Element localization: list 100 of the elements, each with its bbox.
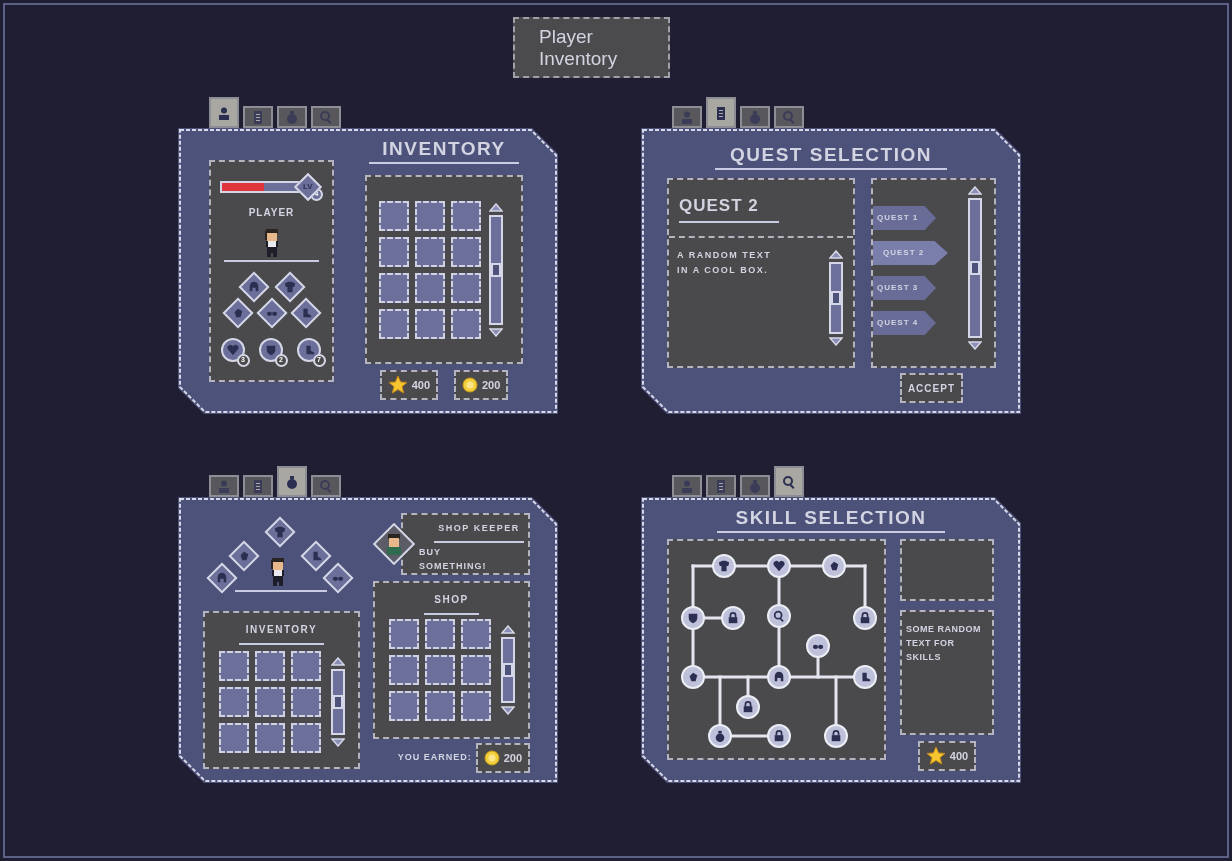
item-slot[interactable] <box>451 236 481 267</box>
skill-node[interactable] <box>853 665 877 689</box>
panel-tab[interactable] <box>311 475 341 497</box>
item-slot[interactable] <box>424 619 455 649</box>
item-slot[interactable] <box>218 723 249 753</box>
scroll-down-button[interactable] <box>968 341 982 350</box>
item-slot[interactable] <box>415 272 445 303</box>
item-slot[interactable] <box>388 619 419 649</box>
item-slot[interactable] <box>460 619 491 649</box>
item-slot[interactable] <box>254 723 285 753</box>
panel-tab[interactable] <box>243 106 273 128</box>
scroll-down-button[interactable] <box>829 337 843 346</box>
skill-node[interactable] <box>822 554 846 578</box>
scroll-thumb[interactable] <box>332 695 343 709</box>
scroll-down-button[interactable] <box>489 327 503 337</box>
panel-tab[interactable] <box>706 97 736 128</box>
star-icon <box>925 746 946 766</box>
scroll-thumb[interactable] <box>831 291 841 305</box>
panel-tab[interactable] <box>740 475 770 497</box>
panel-tab[interactable] <box>706 475 736 497</box>
armor-icon <box>274 526 286 538</box>
scroll-thumb[interactable] <box>970 261 980 275</box>
panel-tab[interactable] <box>740 106 770 128</box>
item-slot[interactable] <box>379 308 409 339</box>
scroll-track[interactable] <box>330 669 345 735</box>
scroll-up-button[interactable] <box>489 202 503 212</box>
panel-tab[interactable] <box>774 106 804 128</box>
player-name: PLAYER <box>248 206 295 220</box>
panel-tab[interactable] <box>774 466 804 497</box>
scroll-up-button[interactable] <box>500 625 515 634</box>
scroll-track[interactable] <box>500 637 515 703</box>
item-slot[interactable] <box>290 687 321 717</box>
item-slot[interactable] <box>424 655 455 685</box>
skill-node[interactable] <box>824 724 848 748</box>
panel-tab[interactable] <box>311 106 341 128</box>
skill-node[interactable] <box>806 634 830 658</box>
skill-node[interactable] <box>681 606 705 630</box>
panel-tab[interactable] <box>243 475 273 497</box>
item-slot[interactable] <box>254 651 285 681</box>
item-slot[interactable] <box>460 655 491 685</box>
quest-tab[interactable]: QUEST 1 <box>873 206 936 230</box>
currency-amount: 200 <box>482 377 501 393</box>
skill-node[interactable] <box>721 606 745 630</box>
item-slot[interactable] <box>218 687 249 717</box>
item-slot[interactable] <box>254 687 285 717</box>
item-slot[interactable] <box>451 200 481 231</box>
item-slot[interactable] <box>415 200 445 231</box>
skill-node[interactable] <box>712 554 736 578</box>
panel-tab[interactable] <box>277 466 307 497</box>
search-icon <box>782 474 796 489</box>
item-slot[interactable] <box>460 691 491 721</box>
panel-tab[interactable] <box>672 106 702 128</box>
scroll-down-button[interactable] <box>500 706 515 715</box>
panel-heading: SKILL SELECTION <box>735 507 927 529</box>
item-slot[interactable] <box>290 651 321 681</box>
scroll-track[interactable] <box>829 262 843 334</box>
item-slot[interactable] <box>424 691 455 721</box>
scroll-thumb[interactable] <box>491 262 501 277</box>
skill-node[interactable] <box>853 606 877 630</box>
panel-tab[interactable] <box>209 97 239 128</box>
item-slot[interactable] <box>379 200 409 231</box>
quest-title: QUEST 2 <box>679 195 760 218</box>
panel-tab[interactable] <box>672 475 702 497</box>
panel-heading: INVENTORY <box>245 623 318 637</box>
shopkeeper-sprite <box>385 533 403 555</box>
item-slot[interactable] <box>415 236 445 267</box>
panel-heading: SHOP <box>434 593 469 607</box>
helmet-icon <box>216 572 228 584</box>
item-slot[interactable] <box>379 272 409 303</box>
item-slot[interactable] <box>388 691 419 721</box>
scroll-track[interactable] <box>489 214 503 325</box>
quest-tab[interactable]: QUEST 4 <box>873 311 936 335</box>
item-slot[interactable] <box>218 651 249 681</box>
scroll-thumb[interactable] <box>502 663 513 677</box>
skill-node[interactable] <box>736 695 760 719</box>
skill-node[interactable] <box>767 724 791 748</box>
item-slot[interactable] <box>388 655 419 685</box>
skill-node[interactable] <box>767 554 791 578</box>
item-slot[interactable] <box>290 723 321 753</box>
quest-tab[interactable]: QUEST 3 <box>873 276 936 300</box>
panel-tab[interactable] <box>277 106 307 128</box>
skill-node[interactable] <box>708 724 732 748</box>
scroll-up-button[interactable] <box>968 186 982 195</box>
item-slot[interactable] <box>379 236 409 267</box>
item-slot[interactable] <box>451 308 481 339</box>
panel-heading: QUEST SELECTION <box>730 144 932 166</box>
scroll-track[interactable] <box>968 198 982 338</box>
skill-node[interactable] <box>681 665 705 689</box>
skill-node[interactable] <box>767 604 791 628</box>
boot-icon <box>310 550 322 562</box>
scroll-up-button[interactable] <box>330 657 345 666</box>
item-slot[interactable] <box>415 308 445 339</box>
item-slot[interactable] <box>451 272 481 303</box>
scroll-up-button[interactable] <box>829 250 843 259</box>
accept-button[interactable]: ACCEPT <box>899 373 963 403</box>
skill-node[interactable] <box>767 665 791 689</box>
scroll-down-button[interactable] <box>330 738 345 747</box>
quest-description: A RANDOM TEXT IN A COOL BOX. <box>677 249 773 277</box>
panel-tab[interactable] <box>209 475 239 497</box>
quest-tab[interactable]: QUEST 2 <box>873 241 948 265</box>
